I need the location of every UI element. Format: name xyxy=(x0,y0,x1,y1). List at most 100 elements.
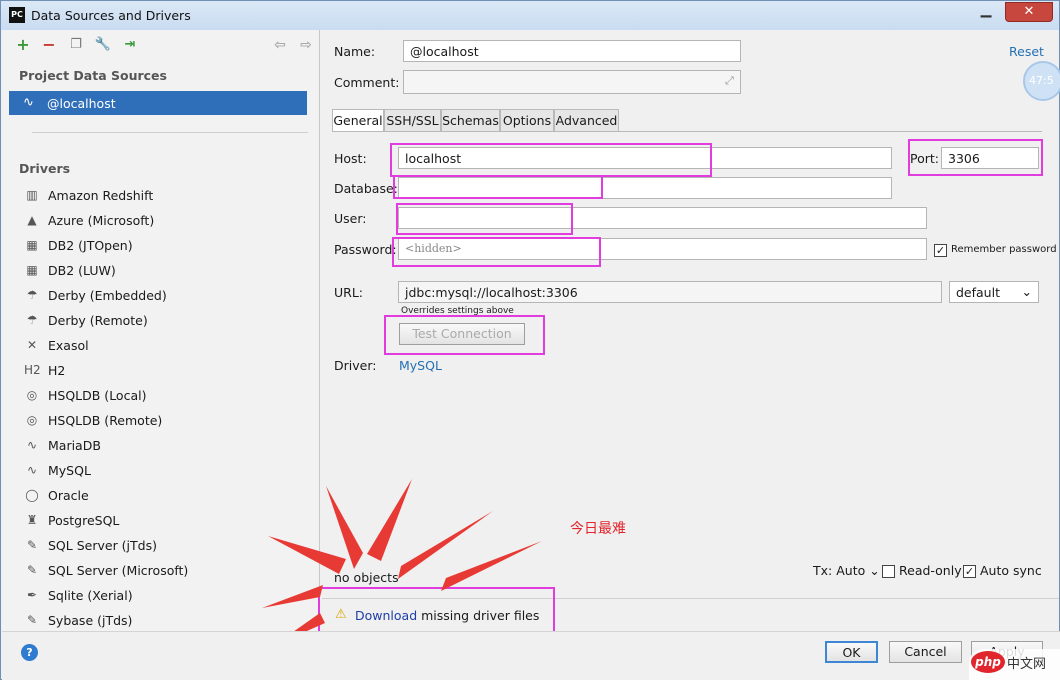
host-label: Host: xyxy=(334,151,367,166)
timer-badge: 47:5 xyxy=(1023,61,1060,101)
driver-label: SQL Server (Microsoft) xyxy=(48,563,189,578)
watermark-text: 中文网 xyxy=(1007,657,1047,672)
driver-label: Derby (Remote) xyxy=(48,313,148,328)
driver-icon: ∿ xyxy=(26,463,38,477)
driver-label: MariaDB xyxy=(48,438,101,453)
datasource-item-localhost[interactable]: ∿ @localhost xyxy=(9,91,307,115)
driver-label: Oracle xyxy=(48,488,89,503)
help-icon[interactable]: ? xyxy=(21,644,38,661)
driver-label: Azure (Microsoft) xyxy=(48,213,155,228)
driver-icon: ◯ xyxy=(25,488,39,502)
left-pane: + − ❐ 🔧 ⇥ ⇦ ⇨ Project Data Sources ∿ @lo… xyxy=(2,30,320,631)
chevron-down-icon: ⌄ xyxy=(1021,284,1032,299)
password-label: Password: xyxy=(334,242,397,257)
driver-label: Amazon Redshift xyxy=(48,188,154,203)
title-bar: PC Data Sources and Drivers ▁ ✕ xyxy=(1,1,1059,30)
tab-underline xyxy=(332,131,1042,132)
chevron-down-icon: ⌄ xyxy=(869,563,880,578)
driver-icon: ▲ xyxy=(27,213,37,227)
cancel-button[interactable]: Cancel xyxy=(889,641,962,663)
driver-icon: ✒ xyxy=(26,588,38,602)
add-icon[interactable]: + xyxy=(14,36,32,54)
url-mode-select[interactable]: default ⌄ xyxy=(949,281,1039,303)
driver-icon: ✕ xyxy=(26,338,38,352)
comment-input[interactable] xyxy=(403,70,741,94)
driver-label: DB2 (JTOpen) xyxy=(48,238,133,253)
tab-options[interactable]: Options xyxy=(500,109,554,132)
driver-icon: ✎ xyxy=(26,613,38,627)
driver-label: DB2 (LUW) xyxy=(48,263,116,278)
driver-icon: ▦ xyxy=(26,263,38,277)
expand-icon[interactable]: ⤢ xyxy=(725,74,734,88)
driver-label: PostgreSQL xyxy=(48,513,120,528)
user-label: User: xyxy=(334,211,367,226)
close-button[interactable]: ✕ xyxy=(1005,2,1053,22)
name-input[interactable]: @localhost xyxy=(403,40,741,62)
import-icon[interactable]: ⇥ xyxy=(121,36,139,54)
tx-mode-dropdown[interactable]: Tx: Auto ⌄ xyxy=(813,563,880,578)
driver-label: Sqlite (Xerial) xyxy=(48,588,133,603)
tab-ssh-ssl[interactable]: SSH/SSL xyxy=(384,109,441,132)
tab-general[interactable]: General xyxy=(332,109,384,132)
highlight-host xyxy=(390,143,712,177)
minimize-button[interactable]: ▁ xyxy=(969,3,1003,22)
driver-icon: ◎ xyxy=(26,413,38,427)
driver-label: Derby (Embedded) xyxy=(48,288,167,303)
dialog-button-bar: ? OK Cancel Apply xyxy=(2,631,1060,680)
arrow xyxy=(326,486,363,569)
properties-wrench-icon[interactable]: 🔧 xyxy=(94,36,112,54)
driver-label: Driver: xyxy=(334,358,377,373)
datasource-label: @localhost xyxy=(47,96,116,111)
driver-link[interactable]: MySQL xyxy=(399,358,442,373)
dialog-window: PC Data Sources and Drivers ▁ ✕ + − ❐ 🔧 … xyxy=(0,0,1060,680)
remember-password-label: Remember password xyxy=(951,244,1057,255)
app-logo-icon: PC xyxy=(9,7,25,23)
forward-arrow-icon[interactable]: ⇨ xyxy=(297,36,315,54)
arrow xyxy=(398,511,493,579)
tx-mode-label: Tx: Auto xyxy=(813,563,866,578)
name-label: Name: xyxy=(334,44,376,59)
driver-icon: ▦ xyxy=(26,238,38,252)
no-objects-text: no objects xyxy=(334,570,399,585)
project-data-sources-heading: Project Data Sources xyxy=(19,68,167,83)
drivers-heading: Drivers xyxy=(19,161,71,176)
highlight-test-connection xyxy=(384,315,545,355)
driver-icon: ∿ xyxy=(26,438,38,452)
driver-icon: ♜ xyxy=(26,513,38,527)
url-mode-value: default xyxy=(956,285,1000,300)
highlight-database xyxy=(393,175,603,199)
driver-label: HSQLDB (Local) xyxy=(48,388,147,403)
url-input[interactable]: jdbc:mysql://localhost:3306 xyxy=(398,281,942,303)
auto-sync-label: Auto sync xyxy=(980,563,1042,578)
driver-label: SQL Server (jTds) xyxy=(48,538,157,553)
arrow xyxy=(367,479,412,561)
reset-link[interactable]: Reset xyxy=(1009,44,1044,59)
driver-icon: ▥ xyxy=(26,188,38,202)
url-label: URL: xyxy=(334,285,364,300)
driver-label: HSQLDB (Remote) xyxy=(48,413,163,428)
divider xyxy=(32,132,308,133)
driver-label: H2 xyxy=(48,363,66,378)
driver-icon: ◎ xyxy=(26,388,38,402)
read-only-checkbox[interactable] xyxy=(882,565,895,578)
duplicate-icon[interactable]: ❐ xyxy=(67,36,85,54)
tab-schemas[interactable]: Schemas xyxy=(441,109,500,132)
back-arrow-icon[interactable]: ⇦ xyxy=(271,36,289,54)
mysql-dolphin-icon: ∿ xyxy=(23,95,34,110)
driver-icon: ☂ xyxy=(26,313,38,327)
annotation-note: 今日最难 xyxy=(570,521,626,537)
ok-button[interactable]: OK xyxy=(825,641,878,663)
driver-icon: ✎ xyxy=(26,538,38,552)
remember-password-checkbox[interactable]: ✓ xyxy=(934,244,947,257)
remove-icon[interactable]: − xyxy=(40,36,58,54)
window-title: Data Sources and Drivers xyxy=(31,8,191,23)
highlight-port xyxy=(908,139,1043,176)
read-only-label: Read-only xyxy=(899,563,962,578)
database-label: Database: xyxy=(334,181,398,196)
arrow xyxy=(441,541,542,591)
auto-sync-checkbox[interactable]: ✓ xyxy=(963,565,976,578)
highlight-password xyxy=(392,237,601,267)
tab-advanced[interactable]: Advanced xyxy=(554,109,619,132)
highlight-user xyxy=(396,203,573,235)
driver-label: MySQL xyxy=(48,463,91,478)
